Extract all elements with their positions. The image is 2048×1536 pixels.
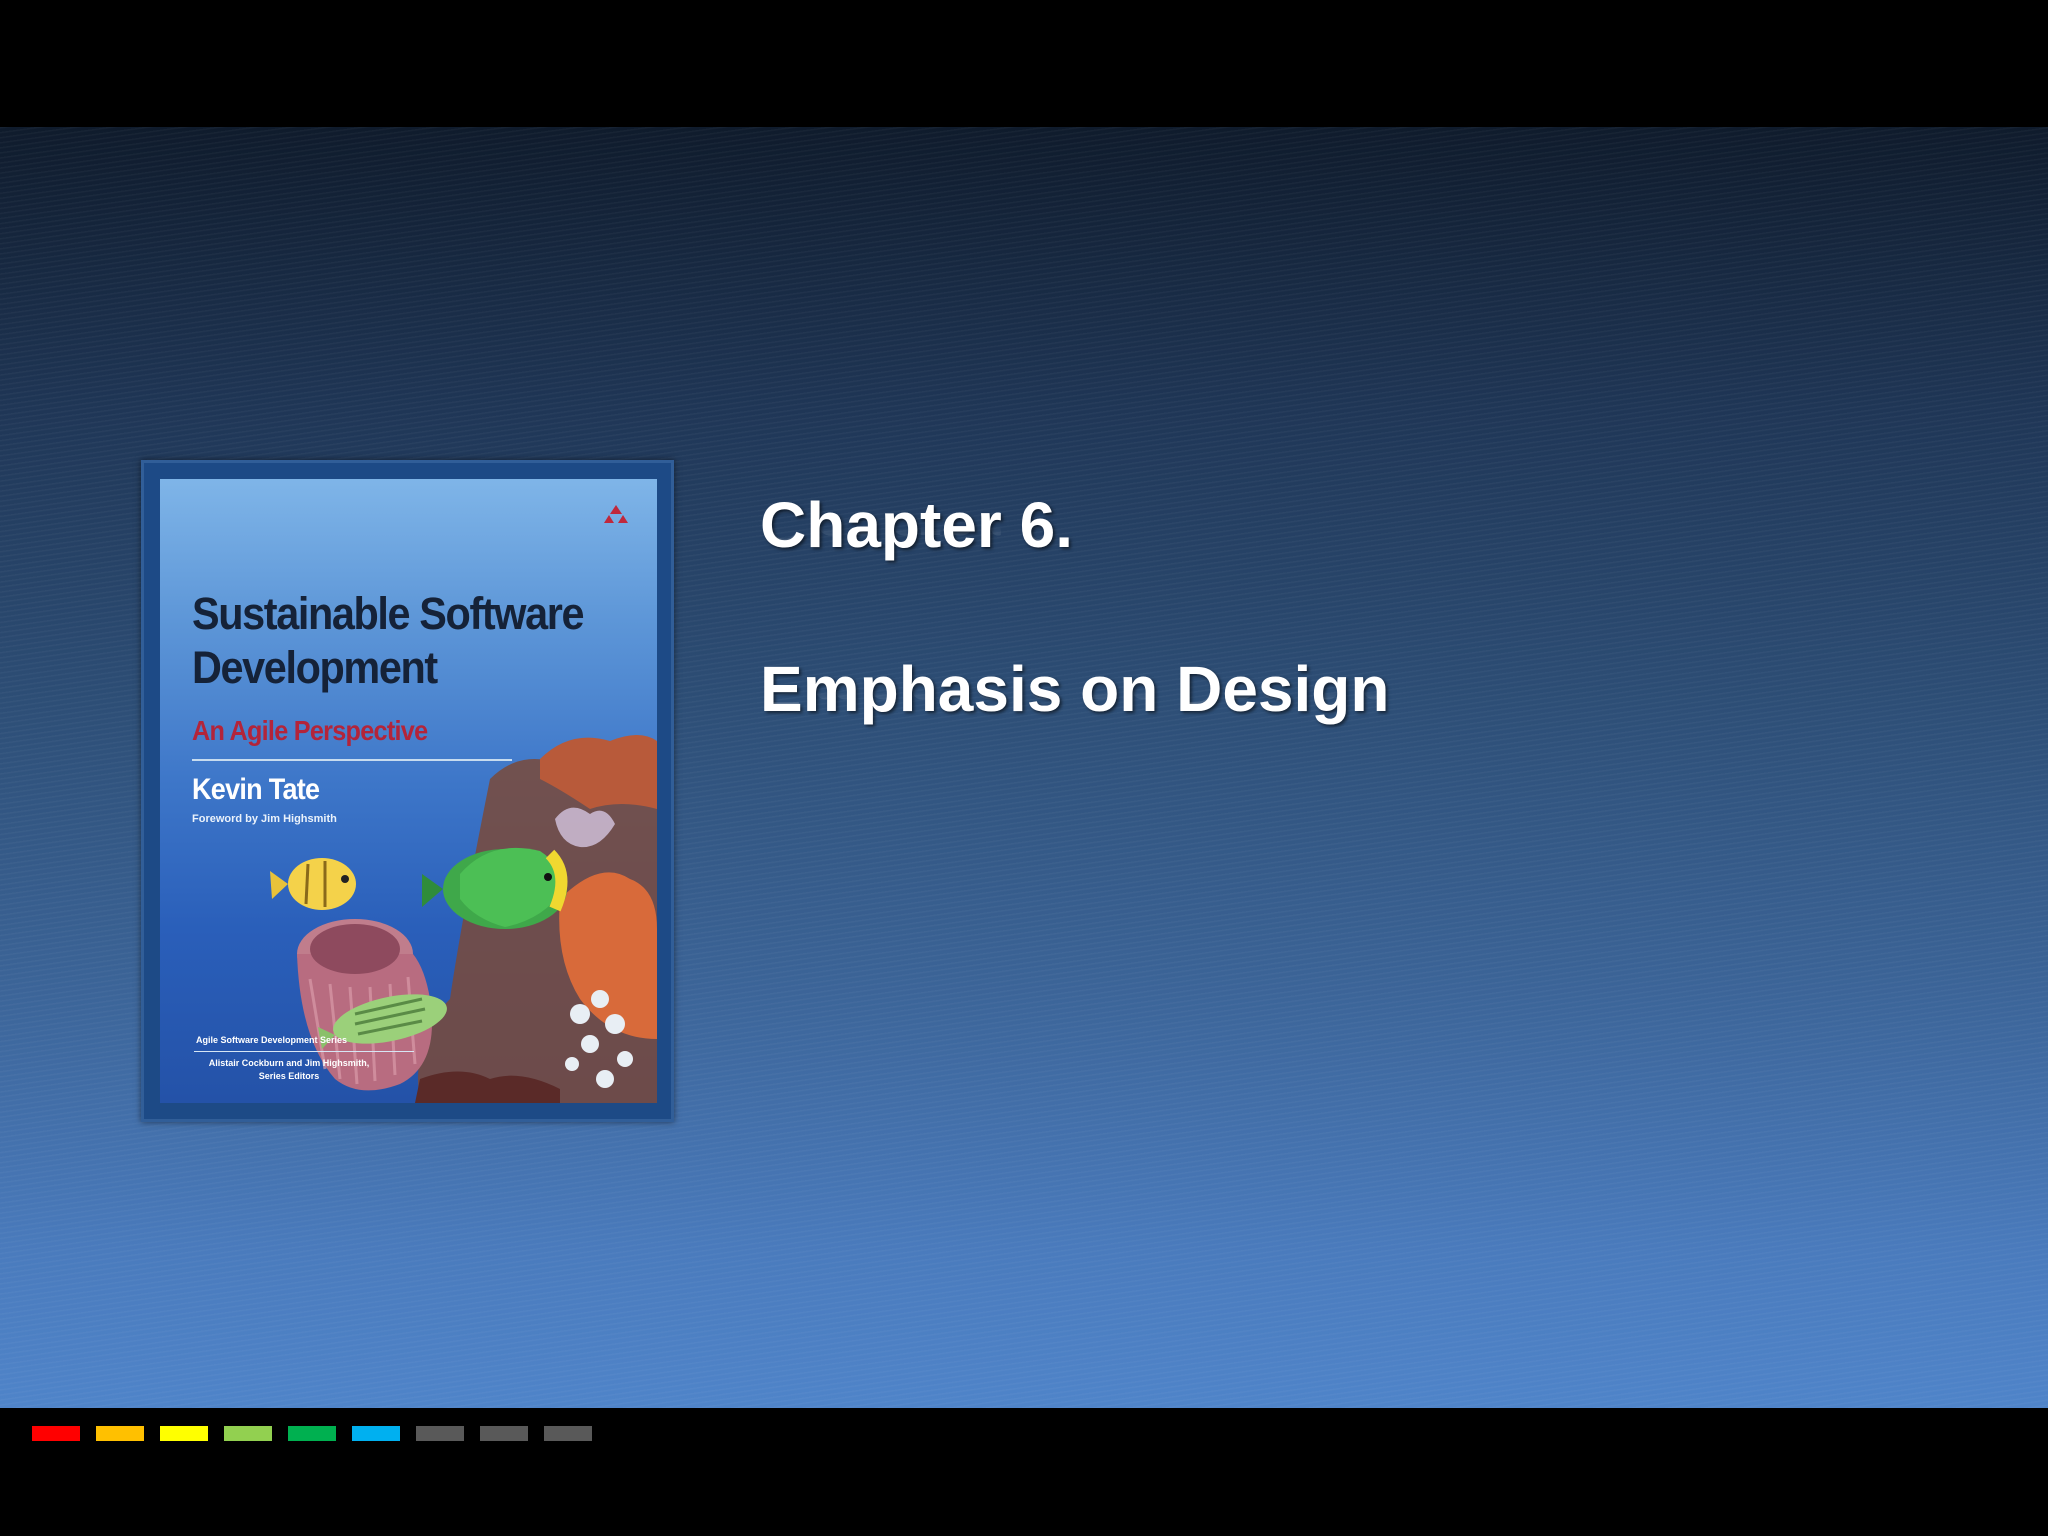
color-swatch-2 [96,1426,144,1441]
book-title: Sustainable Software Development [192,588,584,693]
book-foreword: Foreword by Jim Highsmith [192,813,337,825]
book-subtitle: An Agile Perspective [192,715,428,746]
color-swatch-9 [544,1426,592,1441]
color-swatch-4 [224,1426,272,1441]
bottom-black-band [0,1408,2048,1536]
color-swatch-8 [480,1426,528,1441]
cover-divider [192,759,512,761]
book-author: Kevin Tate [192,773,320,806]
color-swatch-7 [416,1426,464,1441]
book-series-editors: Alistair Cockburn and Jim Highsmith, Ser… [208,1058,370,1081]
top-black-band [0,0,2048,127]
publisher-logo-icon [604,505,628,523]
chapter-heading: Chapter 6. [760,489,1073,561]
series-divider [194,1051,414,1052]
chapter-title: Emphasis on Design [760,653,1390,725]
book-series: Agile Software Development Series [196,1035,348,1045]
color-swatch-3 [160,1426,208,1441]
color-swatch-1 [32,1426,80,1441]
color-swatch-strip [32,1426,592,1441]
presentation-slide: Sustainable Software Development An Agil… [0,0,2048,1536]
color-swatch-6 [352,1426,400,1441]
color-swatch-5 [288,1426,336,1441]
book-cover-frame: Sustainable Software Development An Agil… [141,460,674,1122]
book-cover-image: Sustainable Software Development An Agil… [160,479,657,1103]
